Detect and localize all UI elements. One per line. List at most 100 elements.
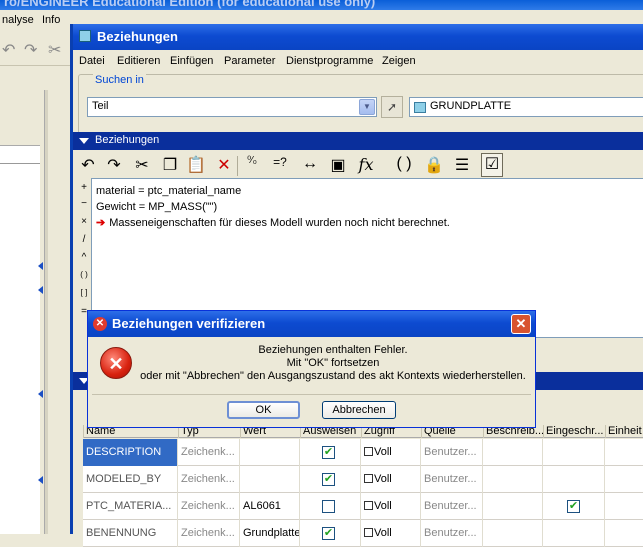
operator-minus[interactable]: − [77,198,91,209]
relation-error-text: Masseneigenschaften für dieses Modell wu… [109,217,450,229]
designate-checkbox[interactable]: ✔ [322,473,335,486]
operator-parentheses[interactable]: ( ) [77,270,91,279]
table-row[interactable]: DESCRIPTION Zeichenk... ✔ Voll Benutzer... [83,439,643,466]
parent-cut-icon[interactable]: ✂ [48,40,61,60]
collapse-icon[interactable] [79,138,89,144]
menu-datei[interactable]: Datei [79,55,105,67]
measure-icon[interactable]: ↔ [299,155,321,173]
cell-restricted[interactable] [543,439,605,466]
operator-multiply[interactable]: × [77,216,91,227]
operator-power[interactable]: ^ [77,252,91,263]
evaluate-icon[interactable]: =? [269,155,291,169]
cell-designated[interactable] [300,493,361,520]
parent-redo-icon[interactable]: ↷ [24,40,37,60]
operator-plus[interactable]: + [77,182,91,193]
dialog-message-line: oder mit "Abbrechen" den Ausgangszustand… [140,370,526,382]
parentheses-icon[interactable]: ( ) [393,155,415,173]
undo-icon[interactable]: ↶ [77,155,99,175]
dialog-title: Beziehungen verifizieren [112,316,266,331]
cell-access[interactable]: Voll [361,466,421,493]
cell-access[interactable]: Voll [361,439,421,466]
cancel-button[interactable]: Abbrechen [322,401,396,419]
cell-unit[interactable] [605,439,643,466]
cell-name[interactable]: DESCRIPTION [83,439,178,466]
units-icon[interactable]: ⁰⁄₀ [241,155,263,166]
cell-description[interactable] [483,493,543,520]
parent-splitter[interactable] [38,90,70,534]
close-icon[interactable]: ✕ [511,314,531,334]
cell-type[interactable]: Zeichenk... [178,493,240,520]
delete-icon[interactable]: ✕ [213,155,235,175]
relations-section-header[interactable]: Beziehungen [73,132,643,150]
menu-einfuegen[interactable]: Einfügen [170,55,213,67]
cell-source[interactable]: Benutzer... [421,439,483,466]
cell-restricted[interactable] [543,466,605,493]
paste-icon[interactable]: 📋 [185,155,207,175]
cell-unit[interactable] [605,493,643,520]
cell-designated[interactable]: ✔ [300,439,361,466]
search-object-value: GRUNDPLATTE [430,100,512,112]
relation-error-line: ➔ Masseneigenschaften für dieses Modell w… [96,215,641,231]
error-arrow-icon: ➔ [96,217,106,229]
restricted-checkbox[interactable]: ✔ [567,500,580,513]
cell-value[interactable] [240,439,300,466]
verify-icon[interactable]: ▣ [327,155,349,175]
col-eingeschraenkt[interactable]: Eingeschr... [543,425,605,438]
cell-value[interactable]: AL6061 [240,493,300,520]
cell-name[interactable]: MODELED_BY [83,466,178,493]
parent-menu-analyse[interactable]: nalyse [2,14,34,26]
cell-designated[interactable]: ✔ [300,466,361,493]
operator-brackets[interactable]: [ ] [77,288,91,297]
cell-access[interactable]: Voll [361,493,421,520]
parent-undo-icon[interactable]: ↶ [2,40,15,60]
cell-source[interactable]: Benutzer... [421,466,483,493]
cell-name[interactable]: PTC_MATERIA... [83,493,178,520]
cell-restricted[interactable]: ✔ [543,493,605,520]
chevron-down-icon[interactable]: ▼ [359,99,375,115]
search-type-select[interactable]: Teil ▼ [87,97,377,117]
parent-model-tree [0,118,44,534]
menu-dienstprogramme[interactable]: Dienstprogramme [286,55,373,67]
designate-checkbox[interactable]: ✔ [322,446,335,459]
search-object-field[interactable]: GRUNDPLATTE [409,97,643,117]
cell-description[interactable] [483,466,543,493]
access-lock-icon [364,447,373,456]
cell-source[interactable]: Benutzer... [421,493,483,520]
copy-icon[interactable]: ❐ [159,155,181,175]
cell-type[interactable]: Zeichenk... [178,466,240,493]
relations-window: Beziehungen Datei Editieren Einfügen Par… [70,24,643,547]
cell-unit[interactable] [605,466,643,493]
cell-type[interactable]: Zeichenk... [178,439,240,466]
access-value: Voll [374,446,392,458]
function-icon[interactable]: fx [355,155,377,174]
checklist-icon[interactable]: ☑ [481,153,503,177]
dialog-title-bar[interactable]: ✕ Beziehungen verifizieren ✕ [88,311,535,337]
relations-menu-bar: Datei Editieren Einfügen Parameter Diens… [73,50,643,72]
cell-description[interactable] [483,439,543,466]
ok-button[interactable]: OK [227,401,300,419]
menu-editieren[interactable]: Editieren [117,55,160,67]
lock-icon[interactable]: 🔒 [423,155,445,175]
menu-zeigen[interactable]: Zeigen [382,55,416,67]
select-pointer-button[interactable]: ➚ [381,96,403,118]
redo-icon[interactable]: ↷ [103,155,125,175]
relations-window-title: Beziehungen [97,29,178,44]
splitter-arrow-icon[interactable] [38,262,43,270]
parent-menu-info[interactable]: Info [42,14,60,26]
menu-parameter[interactable]: Parameter [224,55,275,67]
parent-splitter-bar[interactable] [44,90,48,534]
operator-divide[interactable]: / [77,234,91,245]
relations-title-bar[interactable]: Beziehungen [73,24,643,50]
splitter-arrow-icon[interactable] [38,476,43,484]
toolbar-separator [237,156,238,176]
table-row[interactable]: MODELED_BY Zeichenk... ✔ Voll Benutzer... [83,466,643,493]
col-einheit[interactable]: Einheit [605,425,643,438]
splitter-arrow-icon[interactable] [38,390,43,398]
cut-icon[interactable]: ✂ [131,155,153,175]
sort-icon[interactable]: ☰ [451,155,473,175]
designate-checkbox[interactable] [322,500,335,513]
splitter-arrow-icon[interactable] [38,286,43,294]
cell-value[interactable] [240,466,300,493]
table-row[interactable]: PTC_MATERIA... Zeichenk... AL6061 Voll Benut… [83,493,643,520]
parent-title-bar: ro/ENGINEER Educational Edition (for edu… [0,0,643,10]
